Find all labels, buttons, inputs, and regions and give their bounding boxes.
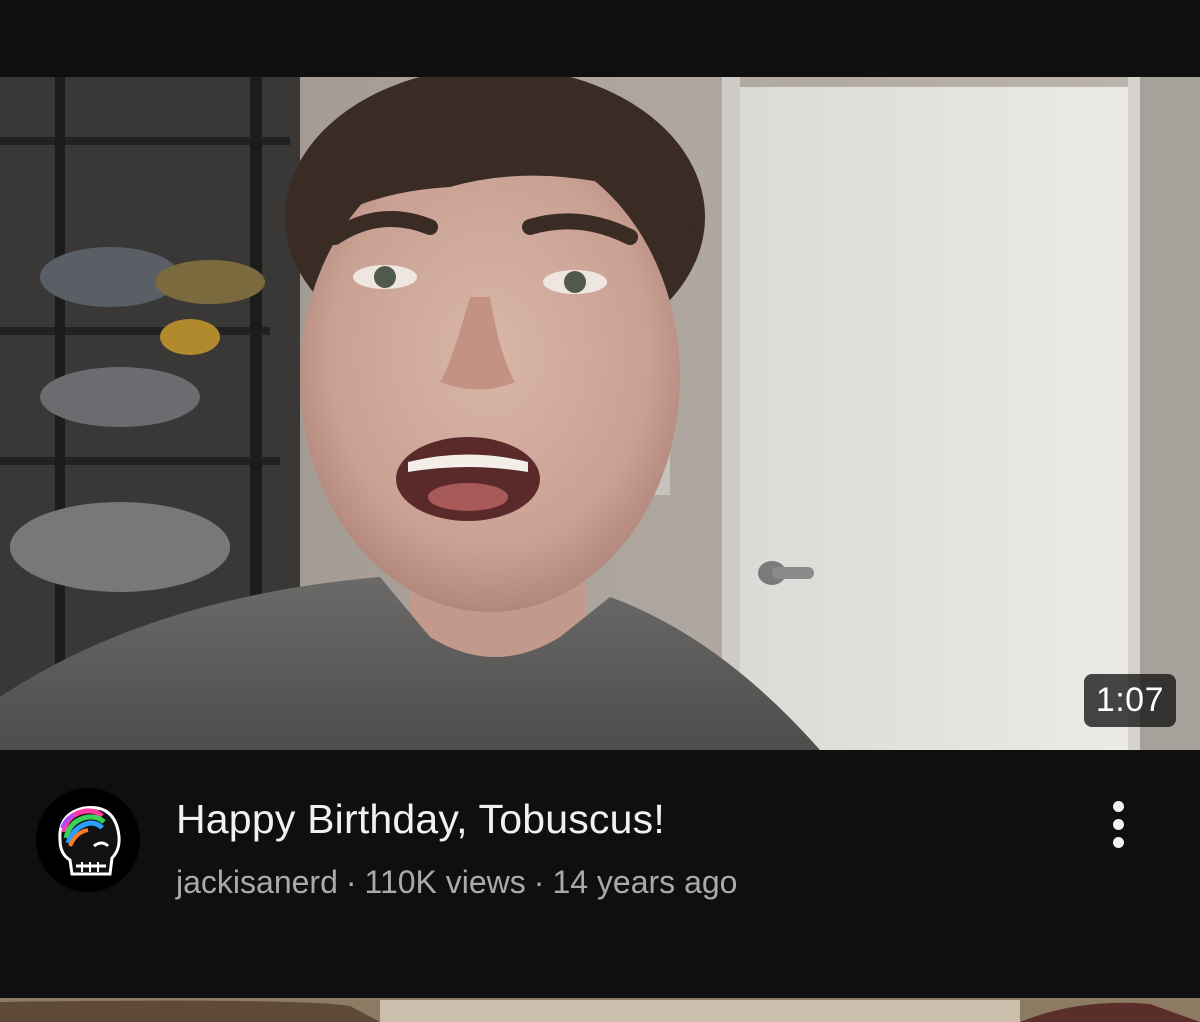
video-thumbnail[interactable]: 1:07 [0, 77, 1200, 750]
channel-name[interactable]: jackisanerd [176, 864, 338, 900]
upload-age: 14 years ago [552, 864, 738, 900]
skull-icon [36, 788, 140, 892]
next-video-thumbnail[interactable] [0, 998, 1200, 1022]
more-vert-icon [1112, 800, 1124, 812]
byline-separator: · [533, 864, 545, 900]
video-meta-row[interactable]: Happy Birthday, Tobuscus! jackisanerd · 11… [0, 750, 1200, 998]
video-byline: jackisanerd · 110K views · 14 years ago [176, 864, 737, 901]
view-count: 110K views [364, 864, 526, 900]
thumbnail-image [0, 77, 1200, 750]
top-bar [0, 0, 1200, 77]
video-duration-badge: 1:07 [1083, 674, 1176, 727]
video-title[interactable]: Happy Birthday, Tobuscus! [176, 796, 665, 843]
byline-separator: · [345, 864, 357, 900]
app-screen: 1:07 Happy Birthday, Tobuscus! jackisane… [0, 0, 1200, 1022]
channel-avatar[interactable] [36, 788, 140, 892]
more-options-button[interactable] [1092, 794, 1144, 854]
